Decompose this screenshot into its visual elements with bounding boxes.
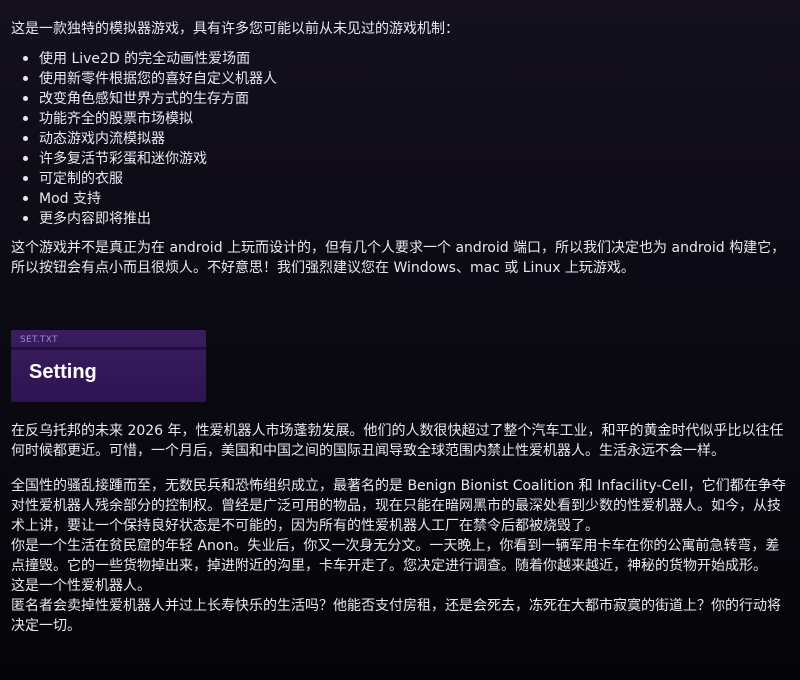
bullet-icon: [23, 156, 28, 161]
intro-text: 这是一款独特的模拟器游戏，具有许多您可能以前从未见过的游戏机制：: [11, 21, 459, 37]
feature-item: 动态游戏内流模拟器: [23, 129, 791, 149]
bullet-icon: [23, 76, 28, 81]
bullet-icon: [23, 196, 28, 201]
bullet-icon: [23, 216, 28, 221]
banner-divider: [11, 347, 206, 350]
story-reveal: 这是一个性爱机器人。: [11, 578, 151, 594]
feature-text: Mod 支持: [39, 191, 101, 207]
bullet-icon: [23, 136, 28, 141]
bullet-icon: [23, 56, 28, 61]
feature-item: 使用 Live2D 的完全动画性爱场面: [23, 49, 791, 69]
feature-text: 改变角色感知世界方式的生存方面: [39, 91, 249, 107]
feature-text: 动态游戏内流模拟器: [39, 131, 165, 147]
story-question: 匿名者会卖掉性爱机器人并过上长寿快乐的生活吗？他能否支付房租，还是会死去，冻死在…: [11, 598, 781, 634]
bullet-icon: [23, 96, 28, 101]
feature-item: 更多内容即将推出: [23, 209, 791, 229]
banner-file-label: SET.TXT: [20, 335, 58, 345]
android-note: 这个游戏并不是真正为在 android 上玩而设计的，但有几个人要求一个 and…: [11, 240, 786, 276]
story-setting: 在反乌托邦的未来 2026 年，性爱机器人市场蓬勃发展。他们的人数很快超过了整个…: [11, 423, 784, 459]
bullet-icon: [23, 176, 28, 181]
feature-item: 许多复活节彩蛋和迷你游戏: [23, 149, 791, 169]
feature-list: 使用 Live2D 的完全动画性爱场面 使用新零件根据您的喜好自定义机器人 改变…: [11, 49, 791, 229]
story-anon: 你是一个生活在贫民窟的年轻 Anon。失业后，你又一次身无分文。一天晚上，你看到…: [11, 538, 780, 574]
feature-item: 可定制的衣服: [23, 169, 791, 189]
feature-item: 功能齐全的股票市场模拟: [23, 109, 791, 129]
feature-text: 可定制的衣服: [39, 171, 123, 187]
setting-banner: SET.TXT Setting: [11, 330, 206, 402]
feature-item: 使用新零件根据您的喜好自定义机器人: [23, 69, 791, 89]
feature-item: 改变角色感知世界方式的生存方面: [23, 89, 791, 109]
feature-text: 功能齐全的股票市场模拟: [39, 111, 193, 127]
feature-text: 使用 Live2D 的完全动画性爱场面: [39, 51, 251, 67]
feature-text: 更多内容即将推出: [39, 211, 151, 227]
game-description: 这是一款独特的模拟器游戏，具有许多您可能以前从未见过的游戏机制： 使用 Live…: [11, 0, 791, 636]
banner-title: Setting: [29, 361, 97, 383]
feature-item: Mod 支持: [23, 189, 791, 209]
bullet-icon: [23, 116, 28, 121]
feature-text: 许多复活节彩蛋和迷你游戏: [39, 151, 207, 167]
feature-text: 使用新零件根据您的喜好自定义机器人: [39, 71, 277, 87]
story-chaos: 全国性的骚乱接踵而至，无数民兵和恐怖组织成立，最著名的是 Benign Bion…: [11, 478, 786, 534]
